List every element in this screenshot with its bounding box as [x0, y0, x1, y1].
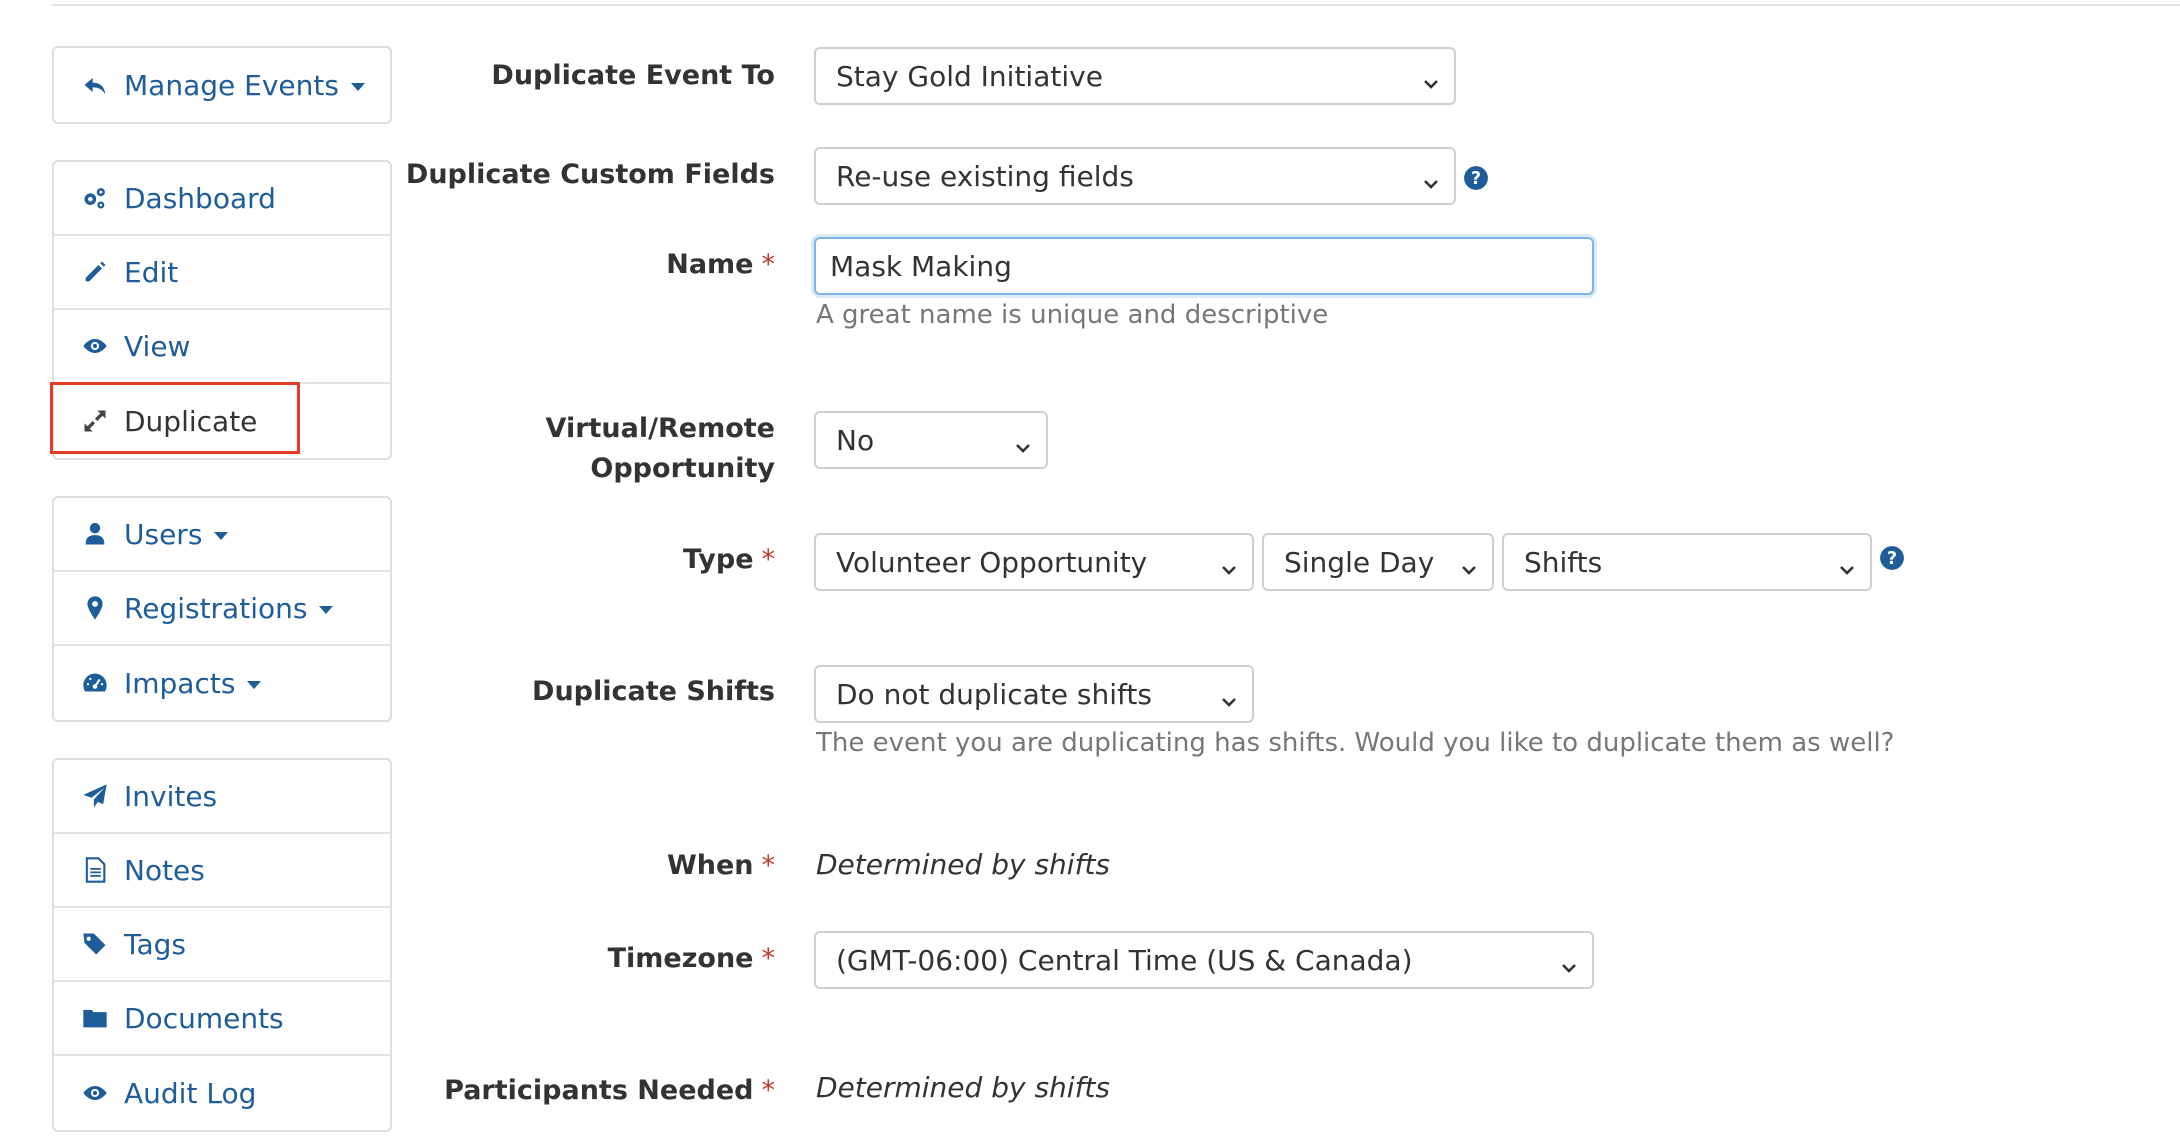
eye-icon	[80, 331, 110, 361]
duplicate-event-to-value: Stay Gold Initiative	[836, 59, 1103, 93]
sidebar-item-label: Tags	[124, 927, 186, 961]
chevron-down-icon	[1422, 167, 1440, 189]
type-scheduling-value: Shifts	[1524, 545, 1603, 579]
question-circle-icon[interactable]: ?	[1463, 165, 1489, 191]
sidebar-item-edit[interactable]: Edit	[54, 236, 390, 310]
sidebar-item-label: Documents	[124, 1001, 284, 1035]
sidebar-item-audit-log[interactable]: Audit Log	[54, 1056, 390, 1130]
name-input[interactable]: Mask Making	[814, 237, 1594, 295]
sidebar-item-label: Invites	[124, 779, 218, 813]
timezone-value: (GMT-06:00) Central Time (US & Canada)	[836, 943, 1413, 977]
user-icon	[80, 519, 110, 549]
sidebar-item-label: Users	[124, 517, 203, 551]
sidebar-item-label: Registrations	[124, 591, 308, 625]
virtual-remote-value: No	[836, 423, 875, 457]
when-label: When *	[666, 850, 775, 881]
gears-icon	[80, 183, 110, 213]
duplicate-custom-fields-label: Duplicate Custom Fields	[405, 159, 775, 190]
sidebar-item-view[interactable]: View	[54, 310, 390, 384]
sidebar-item-label: Edit	[124, 255, 179, 289]
name-label: Name *	[666, 249, 775, 280]
type-scheduling-select[interactable]: Shifts	[1502, 533, 1872, 591]
chevron-down-icon	[1014, 431, 1032, 453]
svg-text:?: ?	[1887, 549, 1897, 569]
type-duration-value: Single Day	[1284, 545, 1435, 579]
chevron-down-icon	[1460, 553, 1478, 575]
caret-down-icon	[214, 532, 229, 540]
question-circle-icon[interactable]: ?	[1879, 545, 1905, 571]
document-icon	[80, 855, 110, 885]
duplicate-event-to-select[interactable]: Stay Gold Initiative	[814, 47, 1456, 105]
caret-down-icon	[247, 681, 262, 689]
type-category-select[interactable]: Volunteer Opportunity	[814, 533, 1254, 591]
caret-down-icon	[350, 83, 365, 91]
participants-needed-value: Determined by shifts	[816, 1071, 1110, 1104]
event-nav-group: Dashboard Edit View Duplicate	[52, 160, 392, 460]
sidebar-item-invites[interactable]: Invites	[54, 760, 390, 834]
duplicate-shifts-label: Duplicate Shifts	[532, 676, 775, 707]
type-label: Type *	[683, 544, 775, 575]
paper-plane-icon	[80, 781, 110, 811]
expand-arrows-icon	[80, 406, 110, 436]
top-divider	[52, 4, 2180, 6]
duplicate-shifts-value: Do not duplicate shifts	[836, 677, 1152, 711]
sidebar-item-notes[interactable]: Notes	[54, 834, 390, 908]
caret-down-icon	[319, 606, 334, 614]
duplicate-custom-fields-select[interactable]: Re-use existing fields	[814, 147, 1456, 205]
participants-needed-label: Participants Needed *	[444, 1075, 775, 1106]
sidebar-item-tags[interactable]: Tags	[54, 908, 390, 982]
sidebar-item-label: Dashboard	[124, 181, 276, 215]
manage-events-group: Manage Events	[52, 46, 392, 124]
people-nav-group: Users Registrations Impacts	[52, 496, 392, 722]
sidebar-item-label: View	[124, 329, 191, 363]
eye-icon	[80, 1078, 110, 1108]
sidebar-item-dashboard[interactable]: Dashboard	[54, 162, 390, 236]
folder-icon	[80, 1003, 110, 1033]
sidebar-item-label: Impacts	[124, 666, 236, 700]
sidebar-item-impacts[interactable]: Impacts	[54, 646, 390, 720]
pencil-icon	[80, 257, 110, 287]
type-duration-select[interactable]: Single Day	[1262, 533, 1494, 591]
manage-events-label: Manage Events	[124, 68, 339, 102]
duplicate-event-to-label: Duplicate Event To	[491, 60, 775, 91]
name-help-text: A great name is unique and descriptive	[816, 300, 1329, 330]
reply-arrow-icon	[80, 70, 110, 100]
chevron-down-icon	[1422, 67, 1440, 89]
map-marker-icon	[80, 593, 110, 623]
sidebar-item-users[interactable]: Users	[54, 498, 390, 572]
dashboard-gauge-icon	[80, 668, 110, 698]
sidebar-item-label: Duplicate	[124, 404, 258, 438]
chevron-down-icon	[1220, 553, 1238, 575]
duplicate-shifts-select[interactable]: Do not duplicate shifts	[814, 665, 1254, 723]
chevron-down-icon	[1560, 951, 1578, 973]
type-category-value: Volunteer Opportunity	[836, 545, 1148, 579]
when-value: Determined by shifts	[816, 848, 1110, 881]
duplicate-custom-fields-value: Re-use existing fields	[836, 159, 1134, 193]
timezone-select[interactable]: (GMT-06:00) Central Time (US & Canada)	[814, 931, 1594, 989]
virtual-remote-label: Virtual/Remote Opportunity	[545, 413, 775, 484]
svg-text:?: ?	[1471, 169, 1481, 189]
sidebar-item-duplicate[interactable]: Duplicate	[54, 384, 390, 458]
sidebar-item-documents[interactable]: Documents	[54, 982, 390, 1056]
sidebar-item-label: Notes	[124, 853, 205, 887]
tag-icon	[80, 929, 110, 959]
content-nav-group: Invites Notes Tags Documents Audit Log	[52, 758, 392, 1132]
duplicate-shifts-help-text: The event you are duplicating has shifts…	[816, 728, 1895, 758]
sidebar-item-label: Audit Log	[124, 1076, 257, 1110]
chevron-down-icon	[1838, 553, 1856, 575]
virtual-remote-select[interactable]: No	[814, 411, 1048, 469]
manage-events-dropdown[interactable]: Manage Events	[54, 48, 390, 122]
chevron-down-icon	[1220, 685, 1238, 707]
timezone-label: Timezone *	[607, 943, 775, 974]
sidebar-item-registrations[interactable]: Registrations	[54, 572, 390, 646]
name-input-value: Mask Making	[830, 249, 1012, 283]
